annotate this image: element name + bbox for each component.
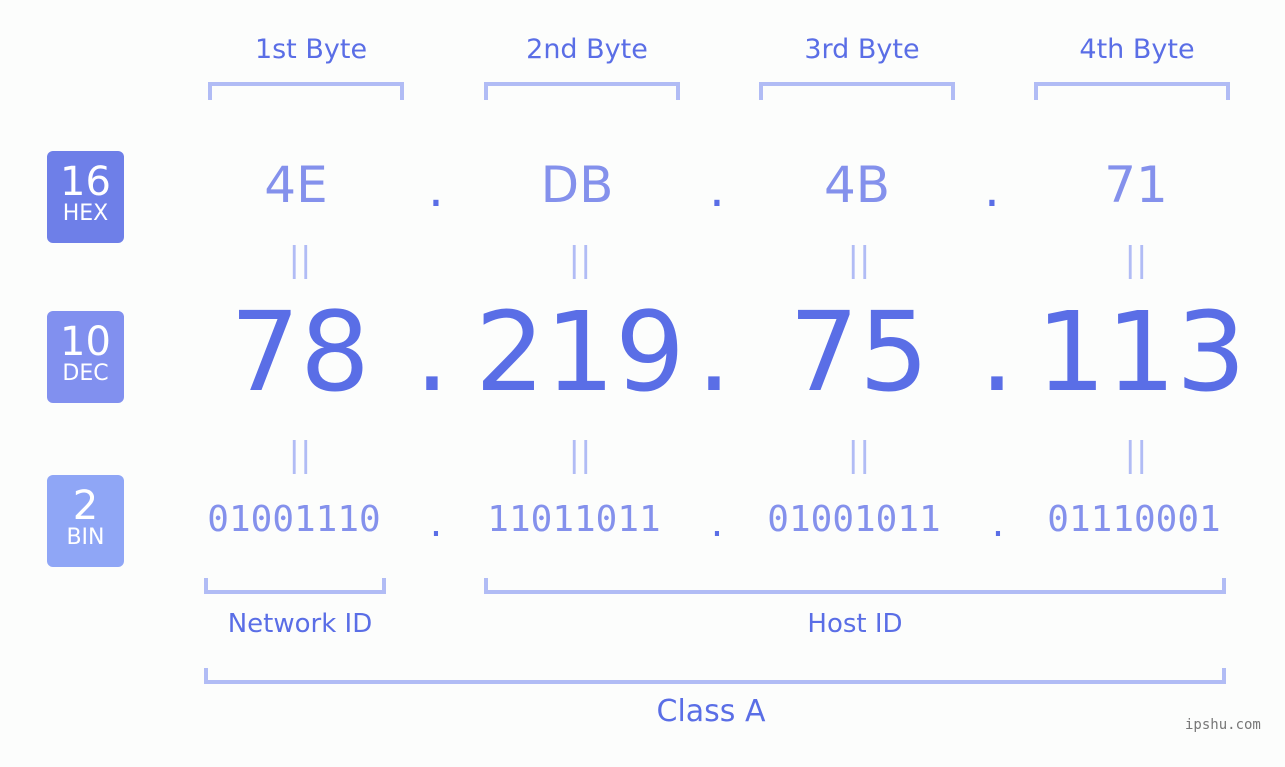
equals-dec-bin-4: || [1124,435,1148,475]
bin-byte-4: 01110001 [1047,499,1221,540]
bin-base-label: BIN [66,525,105,550]
bin-byte-1: 01001110 [207,499,381,540]
class-bracket [204,668,1226,684]
hex-byte-2: DB [540,156,614,214]
equals-hex-dec-1: || [288,240,312,280]
dec-byte-1: 78 [230,288,370,416]
equals-hex-dec-3: || [847,240,871,280]
hex-byte-4: 71 [1104,156,1168,214]
equals-dec-bin-1: || [288,435,312,475]
bin-badge: 2 BIN [47,475,124,567]
equals-dec-bin-2: || [568,435,592,475]
equals-hex-dec-2: || [568,240,592,280]
byte-header-2: 2nd Byte [526,34,648,65]
hex-byte-1: 4E [264,156,328,214]
hex-byte-3: 4B [823,156,891,214]
class-label: Class A [656,694,766,729]
dec-byte-3: 75 [789,288,929,416]
host-id-bracket [484,578,1226,594]
byte-bracket-4 [1034,82,1230,100]
byte-header-4: 4th Byte [1079,34,1195,65]
dec-base-label: DEC [62,361,109,386]
network-id-label: Network ID [227,609,373,639]
byte-bracket-3 [759,82,955,100]
hex-separator-2: . [709,160,725,218]
hex-base-label: HEX [62,201,109,226]
watermark: ipshu.com [1185,717,1261,733]
equals-hex-dec-4: || [1124,240,1148,280]
dec-separator-3: . [979,288,1015,416]
hex-base-number: 16 [60,159,111,205]
dec-badge: 10 DEC [47,311,124,403]
bin-byte-2: 11011011 [487,499,661,540]
hex-badge: 16 HEX [47,151,124,243]
dec-byte-2: 219 [475,288,685,416]
host-id-label: Host ID [807,609,903,639]
dec-separator-2: . [696,288,732,416]
hex-separator-1: . [428,160,444,218]
bin-base-number: 2 [72,483,99,529]
dec-byte-4: 113 [1036,288,1246,416]
hex-separator-3: . [984,160,1000,218]
equals-dec-bin-3: || [847,435,871,475]
byte-header-1: 1st Byte [254,34,368,65]
dec-separator-1: . [414,288,450,416]
bin-byte-3: 01001011 [767,499,941,540]
network-id-bracket [204,578,386,594]
byte-header-3: 3rd Byte [804,34,920,65]
byte-bracket-1 [208,82,404,100]
bin-separator-3: . [991,500,1005,546]
byte-bracket-2 [484,82,680,100]
bin-separator-2: . [710,500,724,546]
dec-base-number: 10 [60,319,111,365]
bin-separator-1: . [429,500,443,546]
